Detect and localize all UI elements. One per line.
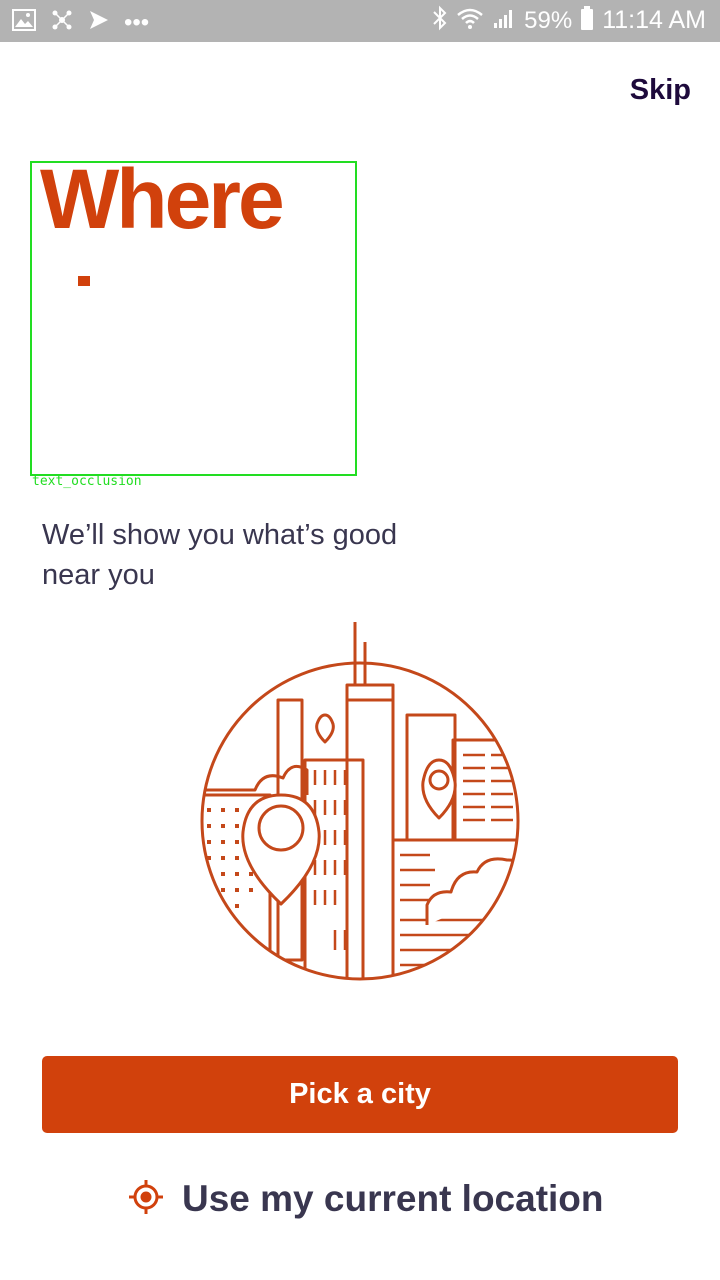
more-icon: ••• [124,8,150,36]
send-icon [88,9,110,36]
battery-icon [580,5,594,36]
pick-city-button[interactable]: Pick a city [42,1056,678,1133]
signal-icon [492,6,516,35]
battery-percent: 59% [524,6,573,34]
status-bar: ••• 59% 11:14 AM [0,0,720,42]
gallery-icon [12,9,36,36]
city-illustration-icon [195,620,525,990]
bluetooth-icon [432,5,448,36]
use-location-button[interactable]: Use my current location [128,1178,604,1220]
status-bar-left: ••• [12,8,149,37]
skip-button[interactable]: Skip [630,74,691,107]
subtitle: We’ll show you what’s good near you [42,519,398,591]
wifi-icon [456,6,484,35]
clock: 11:14 AM [602,6,706,34]
status-bar-right: 59% 11:14 AM [432,5,706,36]
annotation-label: text_occlusion [32,474,142,489]
annotation-box [30,161,357,476]
use-location-label: Use my current location [182,1178,604,1219]
app-icon [50,8,74,37]
crosshair-icon [128,1179,164,1220]
